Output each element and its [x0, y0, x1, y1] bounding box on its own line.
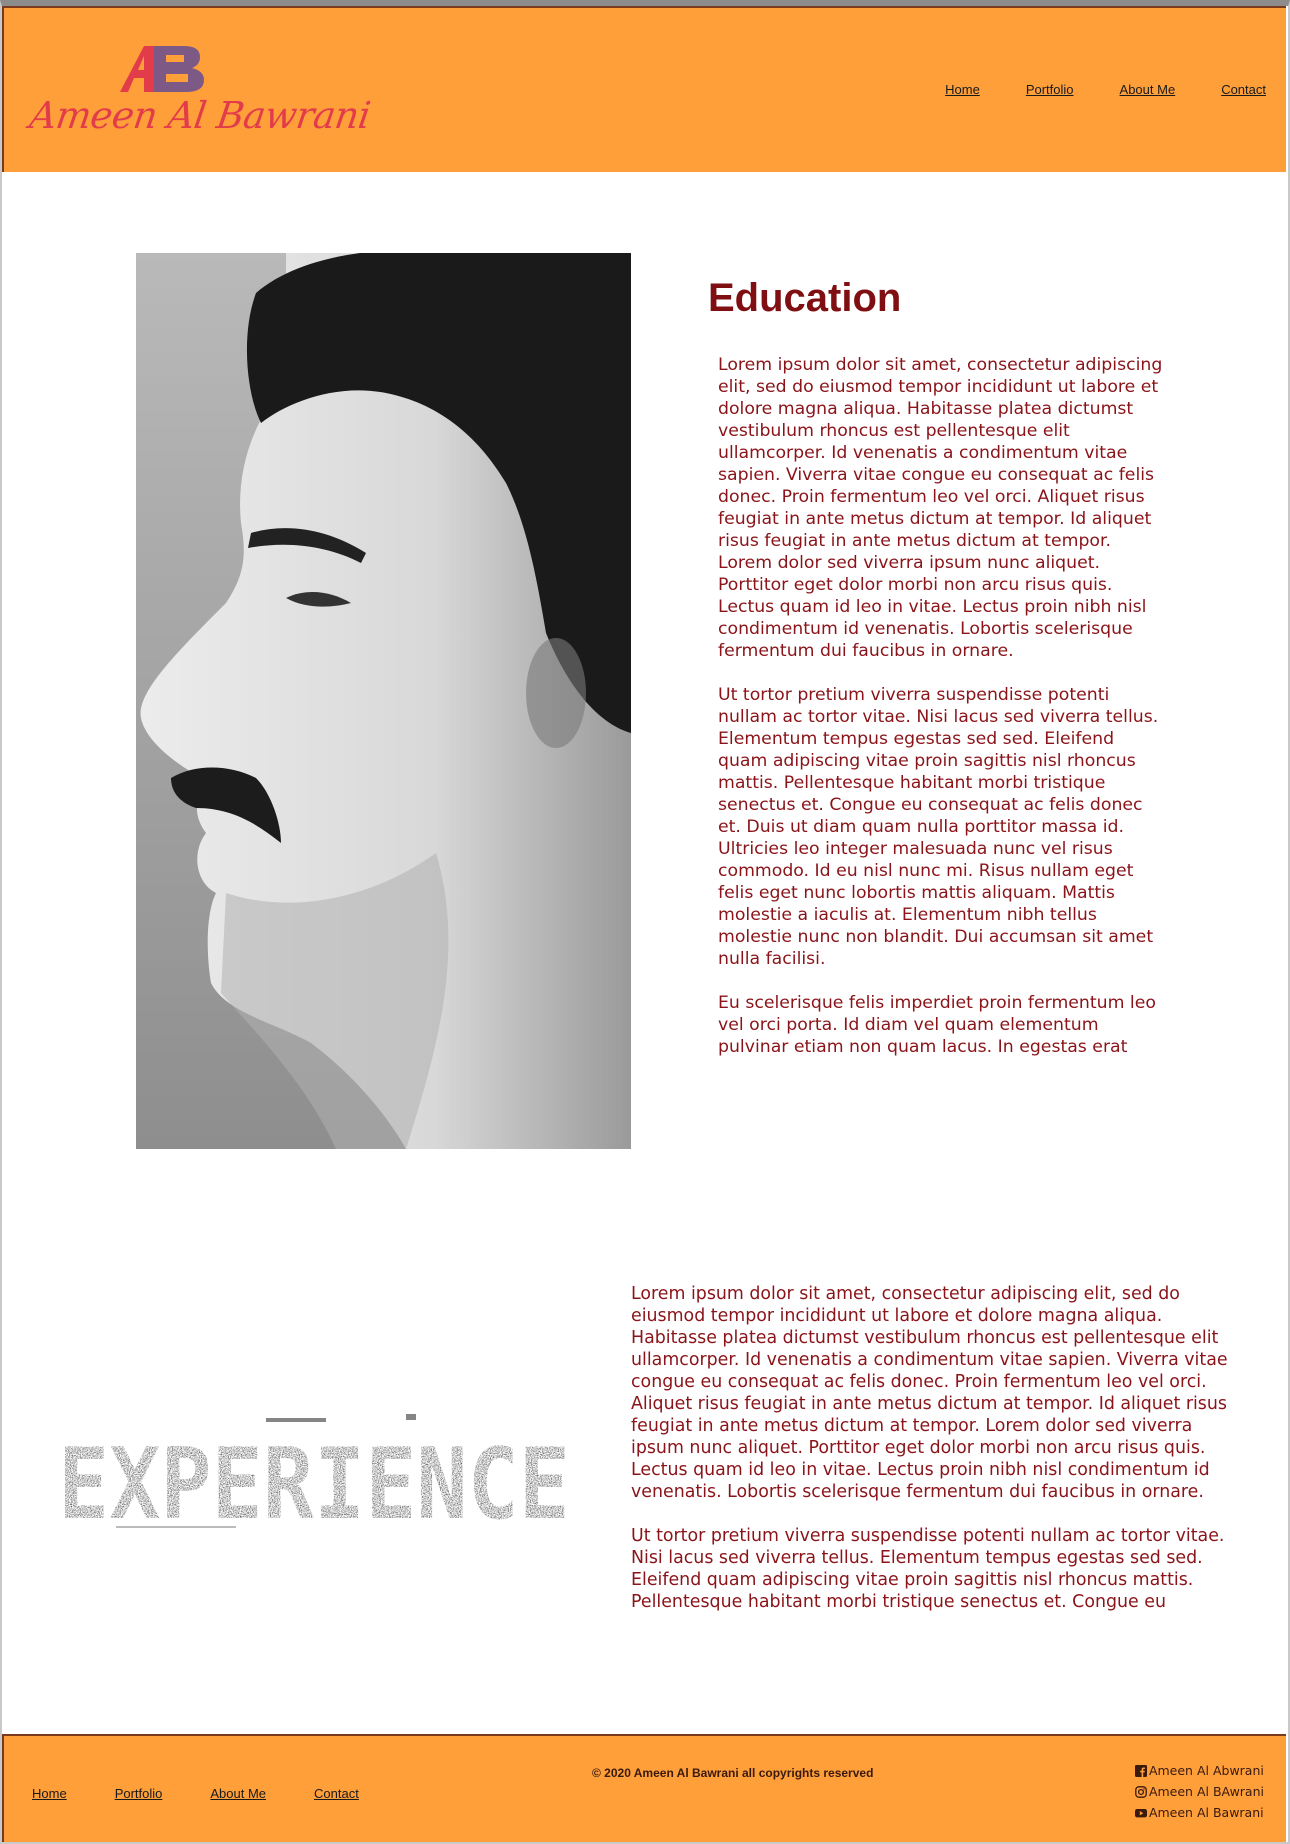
footer-nav: Home Portfolio About Me Contact: [32, 1786, 359, 1801]
facebook-link[interactable]: Ameen Al Abwrani: [1134, 1760, 1264, 1781]
nav-link-home[interactable]: Home: [945, 82, 980, 97]
youtube-icon: [1134, 1808, 1147, 1817]
experience-heading-text: EXPERIENCE: [58, 1428, 570, 1540]
nav-link-portfolio[interactable]: Portfolio: [1026, 82, 1074, 97]
footer-link-about-me[interactable]: About Me: [210, 1786, 266, 1801]
site-footer: © 2020 Ameen Al Bawrani all copyrights r…: [2, 1734, 1286, 1842]
education-title: Education: [708, 276, 902, 320]
experience-paragraph: Lorem ipsum dolor sit amet, consectetur …: [631, 1284, 1228, 1502]
main-nav: Home Portfolio About Me Contact: [945, 82, 1266, 97]
facebook-icon: [1134, 1764, 1147, 1777]
footer-link-home[interactable]: Home: [32, 1786, 67, 1801]
education-paragraph: Eu scelerisque felis imperdiet proin fer…: [718, 993, 1156, 1057]
social-links: Ameen Al Abwrani Ameen Al BAwrani Ameen …: [1134, 1760, 1264, 1823]
youtube-label: Ameen Al Bawrani: [1148, 1805, 1264, 1820]
youtube-link[interactable]: Ameen Al Bawrani: [1134, 1802, 1264, 1823]
instagram-label: Ameen Al BAwrani: [1148, 1784, 1264, 1799]
profile-portrait-image: [136, 253, 631, 1149]
nav-link-about-me[interactable]: About Me: [1120, 82, 1176, 97]
instagram-icon: [1135, 1785, 1147, 1798]
education-paragraph: Lorem ipsum dolor sit amet, consectetur …: [718, 355, 1163, 661]
experience-heading-image: EXPERIENCE: [56, 1400, 576, 1542]
instagram-link[interactable]: Ameen Al BAwrani: [1135, 1781, 1264, 1802]
experience-body: Lorem ipsum dolor sit amet, consectetur …: [631, 1283, 1241, 1635]
experience-paragraph: Ut tortor pretium viverra suspendisse po…: [631, 1526, 1225, 1612]
logo-text: Ameen Al Bawrani: [26, 94, 373, 137]
education-paragraph: Ut tortor pretium viverra suspendisse po…: [718, 685, 1159, 969]
site-logo[interactable]: Ameen Al Bawrani: [27, 36, 373, 156]
footer-link-contact[interactable]: Contact: [314, 1786, 359, 1801]
logo-mark-icon: [120, 46, 204, 92]
site-header: Ameen Al Bawrani Home Portfolio About Me…: [2, 6, 1286, 172]
education-body: Lorem ipsum dolor sit amet, consectetur …: [718, 354, 1168, 1080]
copyright-text: © 2020 Ameen Al Bawrani all copyrights r…: [592, 1766, 874, 1780]
facebook-label: Ameen Al Abwrani: [1148, 1763, 1264, 1778]
nav-link-contact[interactable]: Contact: [1221, 82, 1266, 97]
footer-link-portfolio[interactable]: Portfolio: [115, 1786, 163, 1801]
